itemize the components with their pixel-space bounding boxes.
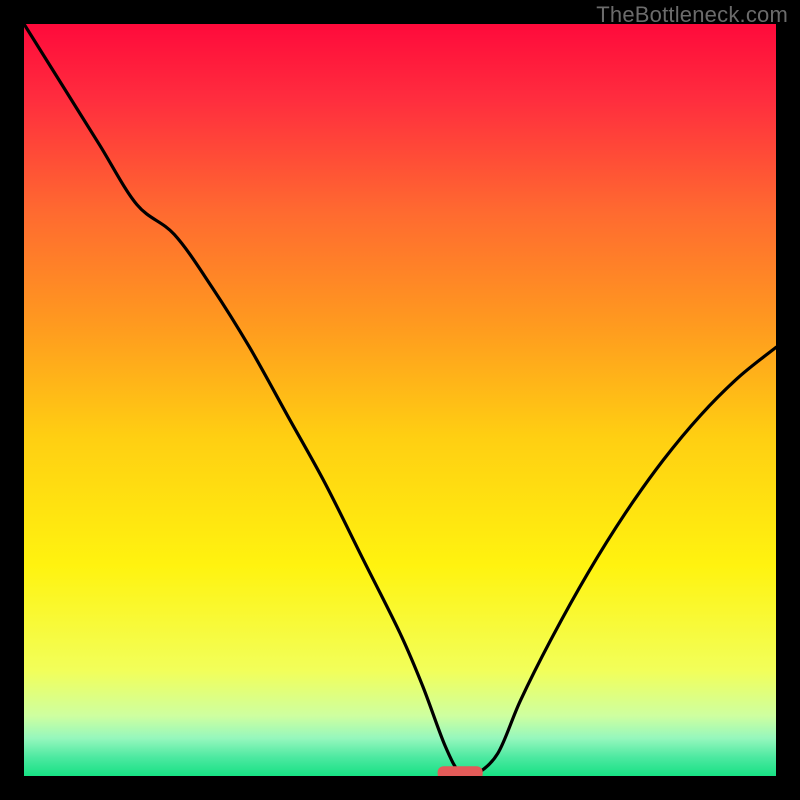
min-marker [438, 766, 483, 776]
chart-svg [24, 24, 776, 776]
chart-plot-area [24, 24, 776, 776]
chart-background [24, 24, 776, 776]
